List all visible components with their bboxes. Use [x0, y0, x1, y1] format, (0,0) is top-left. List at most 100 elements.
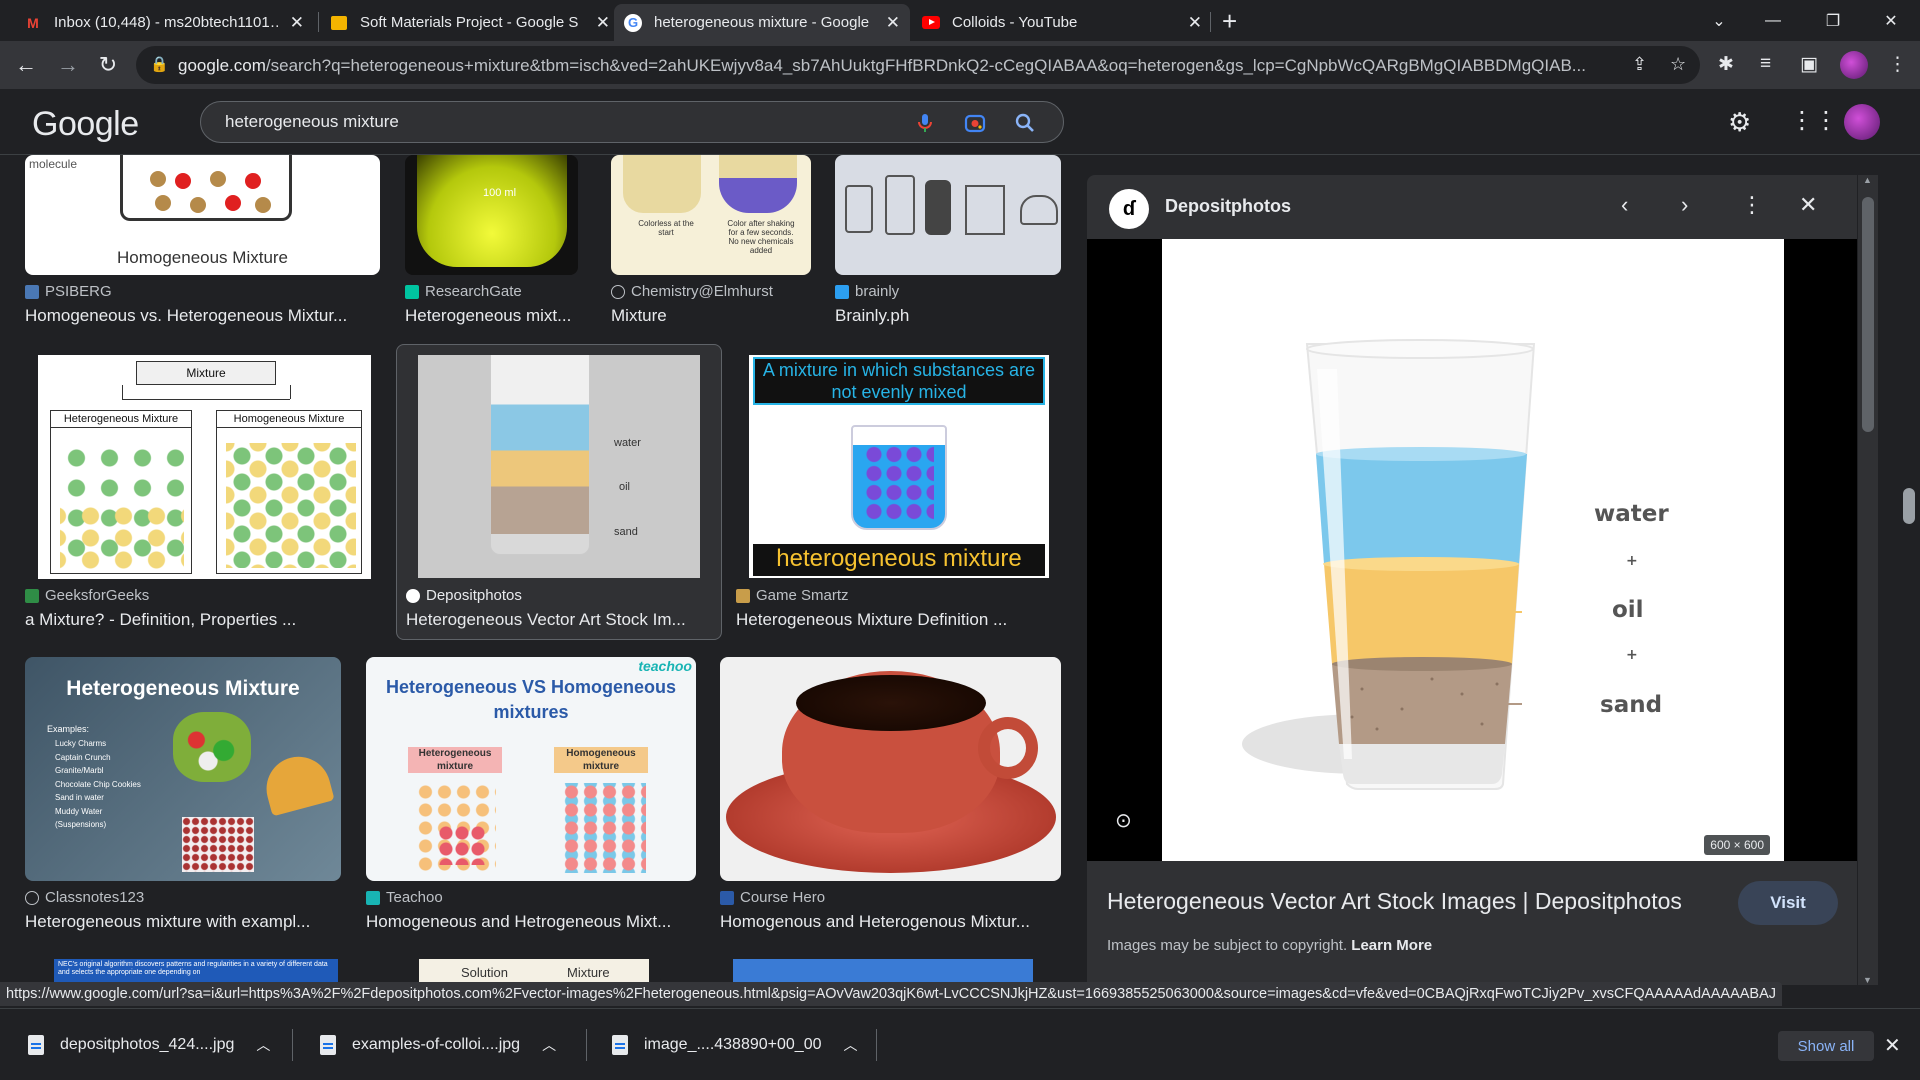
lens-camera-icon[interactable] — [963, 111, 987, 135]
url-domain: google.com — [178, 56, 266, 75]
lens-search-icon[interactable]: ⊙ — [1115, 808, 1132, 833]
slides-icon — [330, 14, 348, 32]
gmail-icon: M — [27, 14, 39, 31]
water-label: water — [1594, 501, 1669, 527]
address-bar[interactable]: 🔒 google.com/search?q=heterogeneous+mixt… — [136, 46, 1700, 84]
plus-label: + — [1626, 553, 1638, 569]
result-thumbnail[interactable]: Colorless at the start Color after shaki… — [611, 155, 811, 275]
chrome-menu-icon[interactable]: ⋮ — [1888, 53, 1907, 76]
extensions-icon[interactable]: ✱ — [1718, 53, 1734, 76]
chevron-up-icon[interactable]: ︿ — [256, 1035, 270, 1055]
learn-more-link[interactable]: Learn More — [1351, 937, 1432, 954]
close-icon[interactable]: ✕ — [1188, 13, 1202, 33]
page-scrollbar[interactable] — [1898, 155, 1920, 985]
image-dimensions: 600 × 600 — [1704, 835, 1770, 855]
next-icon[interactable]: › — [1681, 192, 1688, 218]
maximize-icon[interactable]: ❐ — [1810, 0, 1856, 41]
search-box[interactable] — [200, 101, 1064, 143]
close-shelf-icon[interactable]: ✕ — [1884, 1033, 1901, 1058]
result-thumbnail[interactable]: teachoo Heterogeneous VS Homogeneous mix… — [366, 657, 696, 881]
copyright-icon — [25, 890, 39, 905]
file-icon — [320, 1035, 336, 1055]
copyright-notice: Images may be subject to copyright. — [1107, 937, 1348, 954]
close-icon[interactable]: ✕ — [886, 13, 900, 33]
result-thumbnail[interactable] — [720, 657, 1061, 881]
visit-button[interactable]: Visit — [1738, 881, 1838, 925]
account-avatar[interactable] — [1844, 104, 1880, 140]
image-results-grid: molecule Homogeneous Mixture PSIBERG Hom… — [0, 155, 1075, 985]
download-item[interactable]: image_....438890+00_00 ︿ — [612, 1021, 857, 1069]
more-options-icon[interactable]: ⋮ — [1741, 192, 1763, 218]
media-control-icon[interactable]: ≡ — [1760, 53, 1771, 75]
copyright-icon — [611, 284, 625, 299]
lock-icon[interactable]: 🔒 — [150, 55, 169, 73]
panel-scrollbar[interactable]: ▲ ▼ — [1858, 175, 1878, 985]
result-thumbnail[interactable]: Heterogeneous Mixture Examples: Lucky Ch… — [25, 657, 341, 881]
close-icon[interactable]: ✕ — [290, 13, 304, 33]
image-preview-panel: ɗ Depositphotos ‹ › ⋮ ✕ water + oil + sa… — [1087, 175, 1857, 985]
site-favicon — [366, 890, 380, 905]
preview-image[interactable]: water + oil + sand ⊙ 600 × 600 — [1087, 239, 1857, 861]
site-favicon — [720, 890, 734, 905]
search-input[interactable] — [225, 110, 865, 134]
depositphotos-icon — [406, 588, 420, 603]
show-all-downloads-button[interactable]: Show all — [1778, 1031, 1874, 1061]
site-favicon — [25, 284, 39, 299]
site-favicon — [25, 588, 39, 603]
oil-label: oil — [1612, 597, 1644, 623]
tab-search-icon[interactable]: ⌄ — [1696, 0, 1742, 41]
tab-gmail[interactable]: M Inbox (10,448) - ms20btech1101… ✕ — [14, 4, 314, 41]
tab-youtube[interactable]: Colloids - YouTube ✕ — [912, 4, 1212, 41]
result-thumbnail[interactable]: water oil sand — [418, 355, 700, 578]
depositphotos-logo-icon[interactable]: ɗ — [1109, 189, 1149, 229]
result-thumbnail[interactable]: A mixture in which substances are not ev… — [749, 355, 1049, 578]
voice-search-icon[interactable] — [913, 111, 937, 135]
chevron-up-icon[interactable]: ︿ — [542, 1035, 556, 1055]
tab-strip: M Inbox (10,448) - ms20btech1101… ✕ Soft… — [0, 0, 1920, 41]
tab-slides[interactable]: Soft Materials Project - Google S ✕ — [320, 4, 620, 41]
download-item[interactable]: depositphotos_424....jpg ︿ — [28, 1021, 270, 1069]
download-shelf: depositphotos_424....jpg ︿ examples-of-c… — [0, 1008, 1920, 1080]
profile-avatar[interactable] — [1840, 51, 1868, 79]
bookmark-star-icon[interactable]: ☆ — [1670, 54, 1686, 75]
minimize-icon[interactable]: — — [1750, 0, 1796, 41]
google-header: Google ⚙ ⋮⋮⋮ — [0, 89, 1920, 155]
reload-icon[interactable]: ↻ — [92, 49, 124, 81]
file-icon — [612, 1035, 628, 1055]
file-icon — [28, 1035, 44, 1055]
youtube-icon — [922, 14, 940, 32]
google-logo[interactable]: Google — [32, 105, 139, 144]
back-icon[interactable]: ← — [10, 49, 42, 81]
page-scrollbar-thumb[interactable] — [1903, 488, 1915, 524]
beaker-illustration: water + oil + sand — [1242, 339, 1669, 790]
settings-gear-icon[interactable]: ⚙ — [1728, 107, 1751, 138]
search-icon[interactable] — [1013, 111, 1037, 135]
window-close-icon[interactable]: ✕ — [1868, 0, 1914, 41]
panel-site-name[interactable]: Depositphotos — [1165, 196, 1291, 217]
site-favicon — [736, 588, 750, 603]
google-icon: G — [624, 13, 642, 32]
site-favicon — [835, 284, 849, 299]
panel-scrollbar-thumb[interactable] — [1862, 197, 1874, 432]
forward-icon[interactable]: → — [52, 49, 84, 81]
result-thumbnail[interactable]: Mixture Heterogeneous Mixture Homogeneou… — [38, 355, 371, 579]
tab-google-search[interactable]: G heterogeneous mixture - Google ✕ — [614, 4, 910, 41]
close-icon[interactable]: ✕ — [596, 13, 610, 33]
result-thumbnail[interactable] — [835, 155, 1061, 275]
status-url: https://www.google.com/url?sa=i&url=http… — [0, 982, 1782, 1006]
share-icon[interactable]: ⇪ — [1632, 54, 1647, 75]
previous-icon[interactable]: ‹ — [1621, 192, 1628, 218]
result-thumbnail[interactable]: molecule Homogeneous Mixture — [25, 155, 380, 275]
close-panel-icon[interactable]: ✕ — [1799, 192, 1817, 218]
panel-image-title[interactable]: Heterogeneous Vector Art Stock Images | … — [1107, 888, 1682, 915]
result-thumbnail[interactable]: 100 ml — [405, 155, 578, 275]
chevron-up-icon[interactable]: ︿ — [843, 1035, 857, 1055]
new-tab-icon[interactable]: + — [1222, 6, 1237, 37]
browser-toolbar: ← → ↻ 🔒 google.com/search?q=heterogeneou… — [0, 41, 1920, 89]
side-panel-icon[interactable]: ▣ — [1800, 53, 1818, 76]
sand-label: sand — [1600, 692, 1662, 718]
url-path: /search?q=heterogeneous+mixture&tbm=isch… — [265, 56, 1586, 75]
preview-image-canvas: water + oil + sand — [1162, 239, 1784, 861]
download-item[interactable]: examples-of-colloi....jpg ︿ — [320, 1021, 556, 1069]
plus-label: + — [1626, 647, 1638, 663]
